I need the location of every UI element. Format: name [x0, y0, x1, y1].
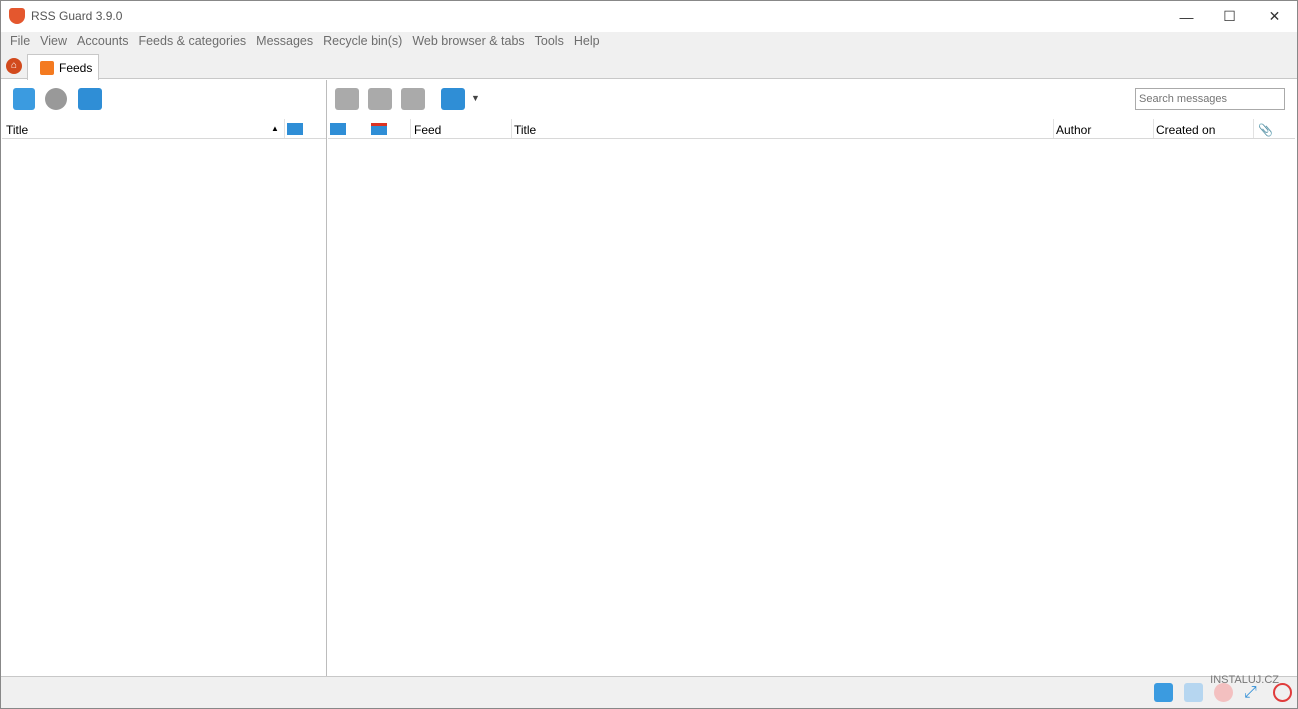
important-column-icon[interactable]	[371, 123, 387, 135]
column-author[interactable]: Author	[1056, 123, 1091, 137]
column-title[interactable]: Title	[514, 123, 536, 137]
maximize-button[interactable]: ☐	[1207, 1, 1252, 32]
messages-pane: ▼ Feed Title Author Created on 📎	[328, 80, 1295, 676]
window-title: RSS Guard 3.9.0	[31, 9, 123, 23]
mark-read-icon[interactable]	[78, 88, 102, 110]
attachment-icon[interactable]: 📎	[1258, 123, 1273, 137]
star-icon[interactable]	[368, 88, 392, 110]
sort-ascending-icon: ▲	[271, 124, 279, 133]
search-messages-input[interactable]	[1135, 88, 1285, 110]
status-bar: ⤢ INSTALUJ.CZ	[1, 674, 1297, 708]
home-icon[interactable]: ⌂	[6, 58, 22, 74]
mark-read-icon[interactable]	[335, 88, 359, 110]
important-icon[interactable]	[401, 88, 425, 110]
stop-icon[interactable]	[45, 88, 67, 110]
update-all-icon[interactable]	[1154, 683, 1173, 702]
menu-web-browser-tabs[interactable]: Web browser & tabs	[407, 32, 529, 52]
feeds-pane: Title ▲	[2, 80, 327, 676]
feeds-toolbar	[2, 80, 326, 118]
update-selected-icon[interactable]	[1184, 683, 1203, 702]
menu-view[interactable]: View	[35, 32, 72, 52]
watermark: INSTALUJ.CZ	[1210, 674, 1279, 686]
menu-accounts[interactable]: Accounts	[72, 32, 133, 52]
menu-recycle-bins[interactable]: Recycle bin(s)	[318, 32, 407, 52]
tab-feeds-label: Feeds	[59, 60, 93, 75]
messages-toolbar: ▼	[328, 80, 1295, 118]
tab-bar: ⌂ Feeds	[1, 52, 1297, 80]
feeds-header: Title ▲	[2, 119, 326, 139]
read-column-icon[interactable]	[330, 123, 346, 135]
title-bar: RSS Guard 3.9.0 — ☐ ✕	[1, 1, 1297, 32]
column-created-on[interactable]: Created on	[1156, 123, 1215, 137]
minimize-button[interactable]: —	[1164, 1, 1209, 32]
menu-messages[interactable]: Messages	[251, 32, 318, 52]
mark-all-read-icon[interactable]	[441, 88, 465, 110]
close-button[interactable]: ✕	[1252, 1, 1297, 32]
update-feeds-icon[interactable]	[13, 88, 35, 110]
dropdown-arrow-icon[interactable]: ▼	[471, 93, 480, 103]
menu-feeds-categories[interactable]: Feeds & categories	[133, 32, 251, 52]
menu-help[interactable]: Help	[569, 32, 605, 52]
tab-feeds[interactable]: Feeds	[27, 54, 99, 80]
messages-header: Feed Title Author Created on 📎	[328, 119, 1295, 139]
menu-bar: File View Accounts Feeds & categories Me…	[1, 32, 1297, 52]
rss-icon	[40, 60, 54, 75]
app-logo-icon	[9, 8, 25, 24]
unread-column-icon[interactable]	[287, 123, 303, 135]
column-title[interactable]: Title	[6, 123, 28, 137]
menu-tools[interactable]: Tools	[530, 32, 569, 52]
menu-file[interactable]: File	[5, 32, 35, 52]
column-feed[interactable]: Feed	[414, 123, 441, 137]
